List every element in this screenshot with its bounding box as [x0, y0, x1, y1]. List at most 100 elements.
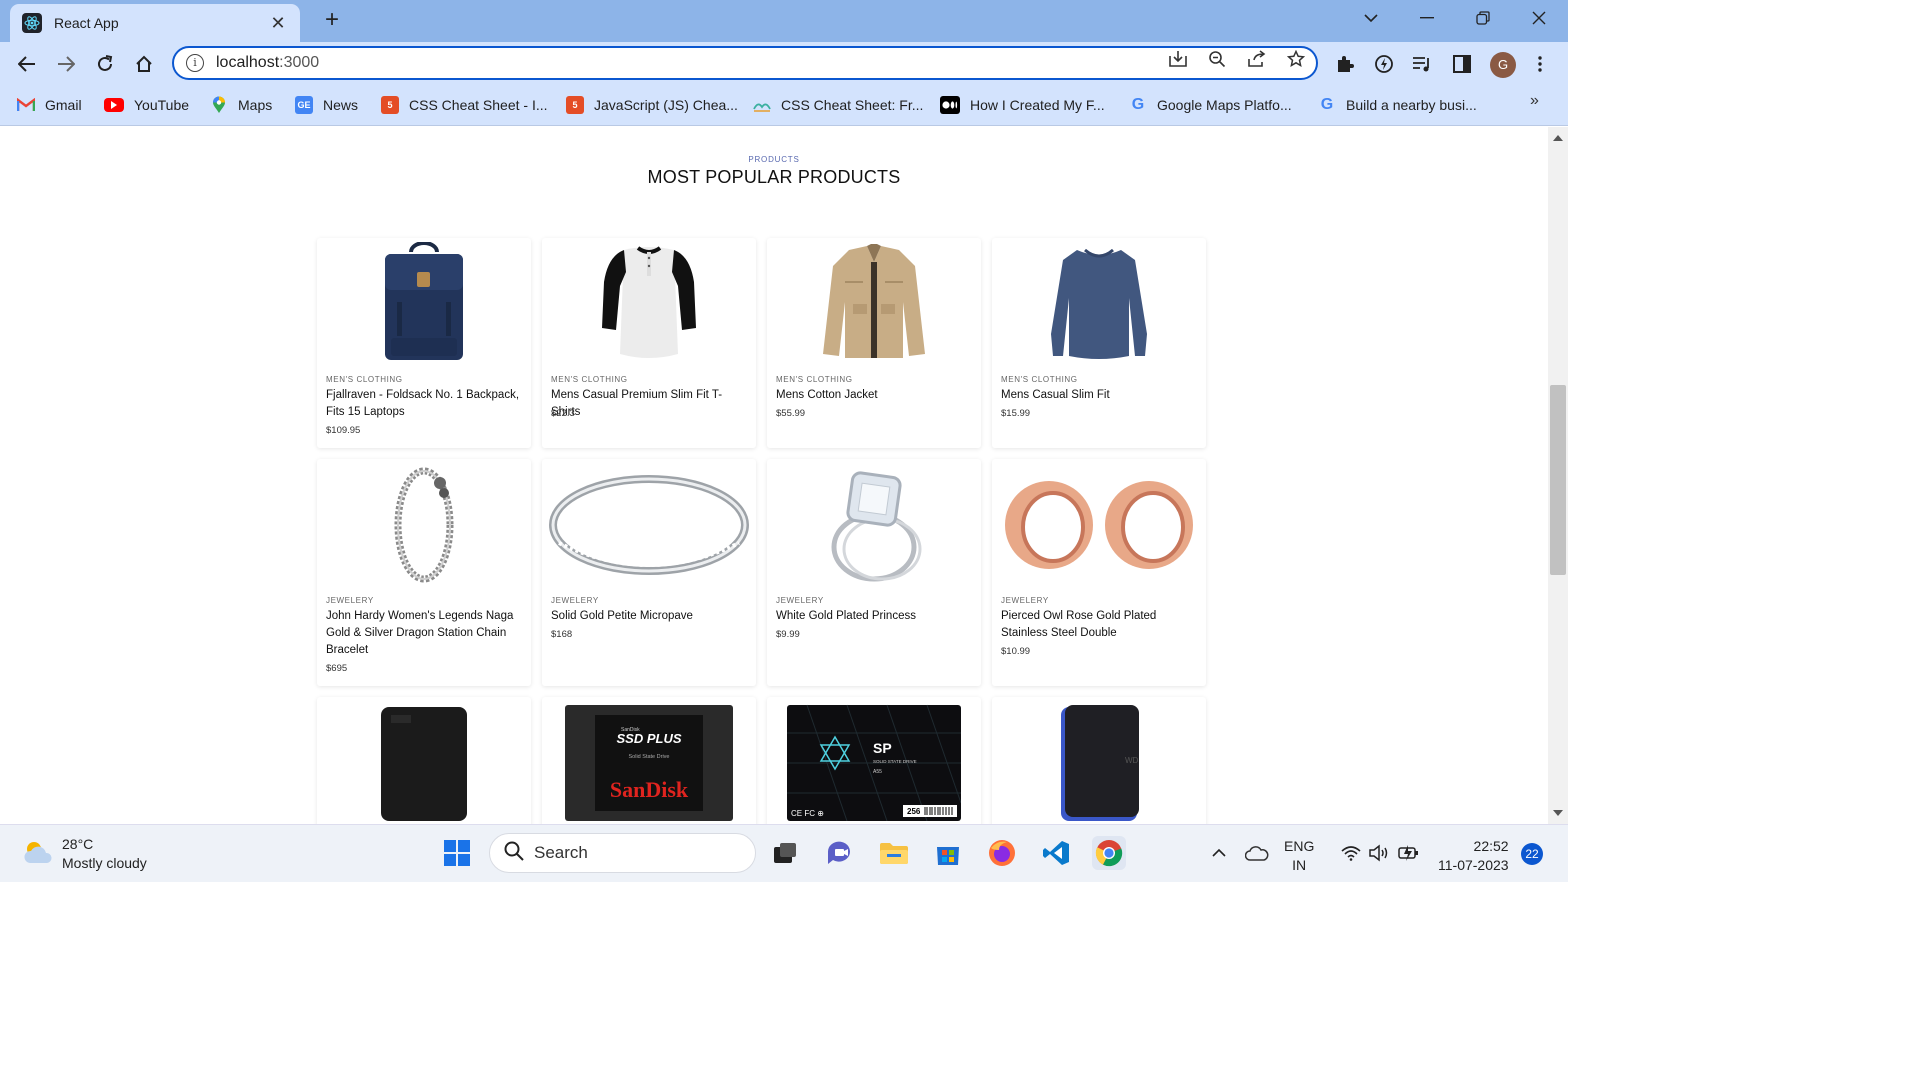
notification-badge[interactable]: 22: [1521, 843, 1543, 865]
extensions-icon[interactable]: [1333, 52, 1357, 76]
section-eyebrow: PRODUCTS: [748, 155, 800, 164]
profile-avatar[interactable]: G: [1490, 52, 1516, 78]
product-image-raglan-tshirt: [542, 238, 756, 368]
scroll-up-arrow-icon[interactable]: [1553, 135, 1563, 141]
product-image-wd-gaming-drive: WD: [992, 697, 1206, 824]
product-card[interactable]: MEN'S CLOTHING Fjallraven - Foldsack No.…: [317, 238, 531, 448]
html5-icon: 5: [381, 96, 399, 114]
product-card[interactable]: JEWELERY Solid Gold Petite Micropave $16…: [542, 459, 756, 686]
firefox-icon[interactable]: [985, 836, 1019, 870]
scroll-down-arrow-icon[interactable]: [1553, 810, 1563, 816]
product-image-princess-ring: [767, 459, 981, 589]
share-icon[interactable]: [1246, 48, 1268, 70]
youtube-icon: [104, 98, 124, 112]
vscode-icon[interactable]: [1039, 836, 1073, 870]
more-bookmarks-chevron-icon[interactable]: »: [1530, 92, 1539, 110]
product-image-rose-gold-plugs: [992, 459, 1206, 589]
chrome-icon[interactable]: [1092, 836, 1126, 870]
teams-chat-icon[interactable]: [823, 836, 857, 870]
product-card[interactable]: [317, 697, 531, 824]
restore-button[interactable]: [1455, 0, 1511, 36]
address-bar[interactable]: i localhost:3000: [172, 46, 1318, 80]
tab-react-app[interactable]: React App ✕: [10, 4, 300, 42]
side-panel-icon[interactable]: [1450, 52, 1474, 76]
bookmark-google-maps-platform[interactable]: G Google Maps Platfo...: [1129, 94, 1292, 116]
product-image-backpack: [317, 238, 531, 368]
section-heading: MOST POPULAR PRODUCTS: [647, 167, 901, 187]
svg-text:256: 256: [907, 807, 921, 816]
product-card[interactable]: JEWELERY Pierced Owl Rose Gold Plated St…: [992, 459, 1206, 686]
back-button[interactable]: [13, 50, 41, 78]
volume-icon[interactable]: [1362, 836, 1396, 870]
close-window-button[interactable]: [1511, 0, 1567, 36]
bookmark-javascript-cheat-sheet[interactable]: 5 JavaScript (JS) Chea...: [566, 94, 738, 116]
svg-text:SOLID STATE DRIVE: SOLID STATE DRIVE: [873, 759, 917, 764]
home-button[interactable]: [130, 50, 158, 78]
svg-text:Solid State Drive: Solid State Drive: [629, 754, 670, 760]
product-card[interactable]: MEN'S CLOTHING Mens Casual Premium Slim …: [542, 238, 756, 448]
product-card[interactable]: SP SOLID STATE DRIVE A55 CE FC ⊕ 256: [767, 697, 981, 824]
task-view-icon[interactable]: [768, 836, 802, 870]
search-icon: [504, 841, 524, 866]
product-card[interactable]: SanDisk SSD PLUS Solid State Drive SanDi…: [542, 697, 756, 824]
page-scrollbar[interactable]: [1548, 127, 1568, 824]
minimize-button[interactable]: [1399, 0, 1455, 36]
product-card[interactable]: MEN'S CLOTHING Mens Cotton Jacket $55.99: [767, 238, 981, 448]
install-app-icon[interactable]: [1167, 48, 1189, 70]
clock[interactable]: 22:52 11-07-2023: [1438, 837, 1509, 875]
scrollbar-thumb[interactable]: [1550, 385, 1566, 575]
file-explorer-icon[interactable]: [877, 836, 911, 870]
chrome-menu-icon[interactable]: [1528, 52, 1552, 76]
windows-taskbar: 28°C Mostly cloudy Search ENG IN 22:52 1…: [0, 824, 1568, 882]
site-info-icon[interactable]: i: [186, 54, 204, 72]
product-image-dragon-bracelet: [317, 459, 531, 589]
bookmark-star-icon[interactable]: [1285, 48, 1307, 70]
product-image-pave-ring: [542, 459, 756, 589]
tab-strip: React App ✕ +: [0, 0, 1568, 42]
bookmark-build-nearby-business[interactable]: G Build a nearby busi...: [1318, 94, 1477, 116]
battery-charging-icon[interactable]: [1392, 836, 1426, 870]
svg-text:A55: A55: [873, 769, 882, 775]
hidden-icons-chevron-icon[interactable]: [1202, 836, 1236, 870]
react-icon: [22, 13, 42, 33]
bookmarks-bar: Gmail YouTube Maps GE News 5 CSS Cheat S…: [0, 86, 1568, 126]
new-tab-button[interactable]: +: [318, 6, 346, 34]
svg-text:SSD PLUS: SSD PLUS: [616, 731, 681, 746]
svg-text:SP: SP: [873, 740, 892, 756]
product-image-sandisk-ssd: SanDisk SSD PLUS Solid State Drive SanDi…: [542, 697, 756, 824]
bookmark-css-cheat-sheet[interactable]: 5 CSS Cheat Sheet - I...: [381, 94, 548, 116]
performance-icon[interactable]: [1372, 52, 1396, 76]
zoom-icon[interactable]: [1206, 48, 1228, 70]
product-image-long-sleeve-shirt: [992, 238, 1206, 368]
onedrive-icon[interactable]: [1240, 836, 1274, 870]
bookmark-medium-article[interactable]: How I Created My F...: [940, 94, 1105, 116]
wave-icon: [753, 96, 771, 114]
browser-toolbar: i localhost:3000: [0, 42, 1568, 86]
windows-start-icon[interactable]: [440, 836, 474, 870]
product-card[interactable]: JEWELERY John Hardy Women's Legends Naga…: [317, 459, 531, 686]
product-card[interactable]: JEWELERY White Gold Plated Princess $9.9…: [767, 459, 981, 686]
product-image-cotton-jacket: [767, 238, 981, 368]
gmail-icon: [17, 96, 35, 114]
reload-button[interactable]: [91, 50, 119, 78]
taskbar-search[interactable]: Search: [489, 833, 756, 873]
product-card[interactable]: MEN'S CLOTHING Mens Casual Slim Fit $15.…: [992, 238, 1206, 448]
bookmark-maps[interactable]: Maps: [210, 94, 272, 116]
medium-icon: [940, 96, 960, 114]
product-card[interactable]: WD: [992, 697, 1206, 824]
tab-search-chevron-icon[interactable]: [1343, 0, 1399, 36]
svg-text:SanDisk: SanDisk: [610, 777, 689, 802]
bookmark-news[interactable]: GE News: [295, 94, 358, 116]
bookmark-youtube[interactable]: YouTube: [104, 94, 189, 116]
close-tab-icon[interactable]: ✕: [268, 13, 288, 34]
bookmark-gmail[interactable]: Gmail: [17, 94, 82, 116]
forward-button[interactable]: [52, 50, 80, 78]
weather-widget[interactable]: 28°C Mostly cloudy: [22, 835, 147, 873]
microsoft-store-icon[interactable]: [931, 836, 965, 870]
media-controls-icon[interactable]: [1410, 52, 1434, 76]
language-indicator[interactable]: ENG IN: [1284, 837, 1314, 875]
tab-title: React App: [54, 15, 119, 31]
news-icon: GE: [295, 96, 313, 114]
bookmark-css-cheat-sheet-free[interactable]: CSS Cheat Sheet: Fr...: [753, 94, 923, 116]
svg-text:CE FC ⊕: CE FC ⊕: [791, 809, 824, 818]
